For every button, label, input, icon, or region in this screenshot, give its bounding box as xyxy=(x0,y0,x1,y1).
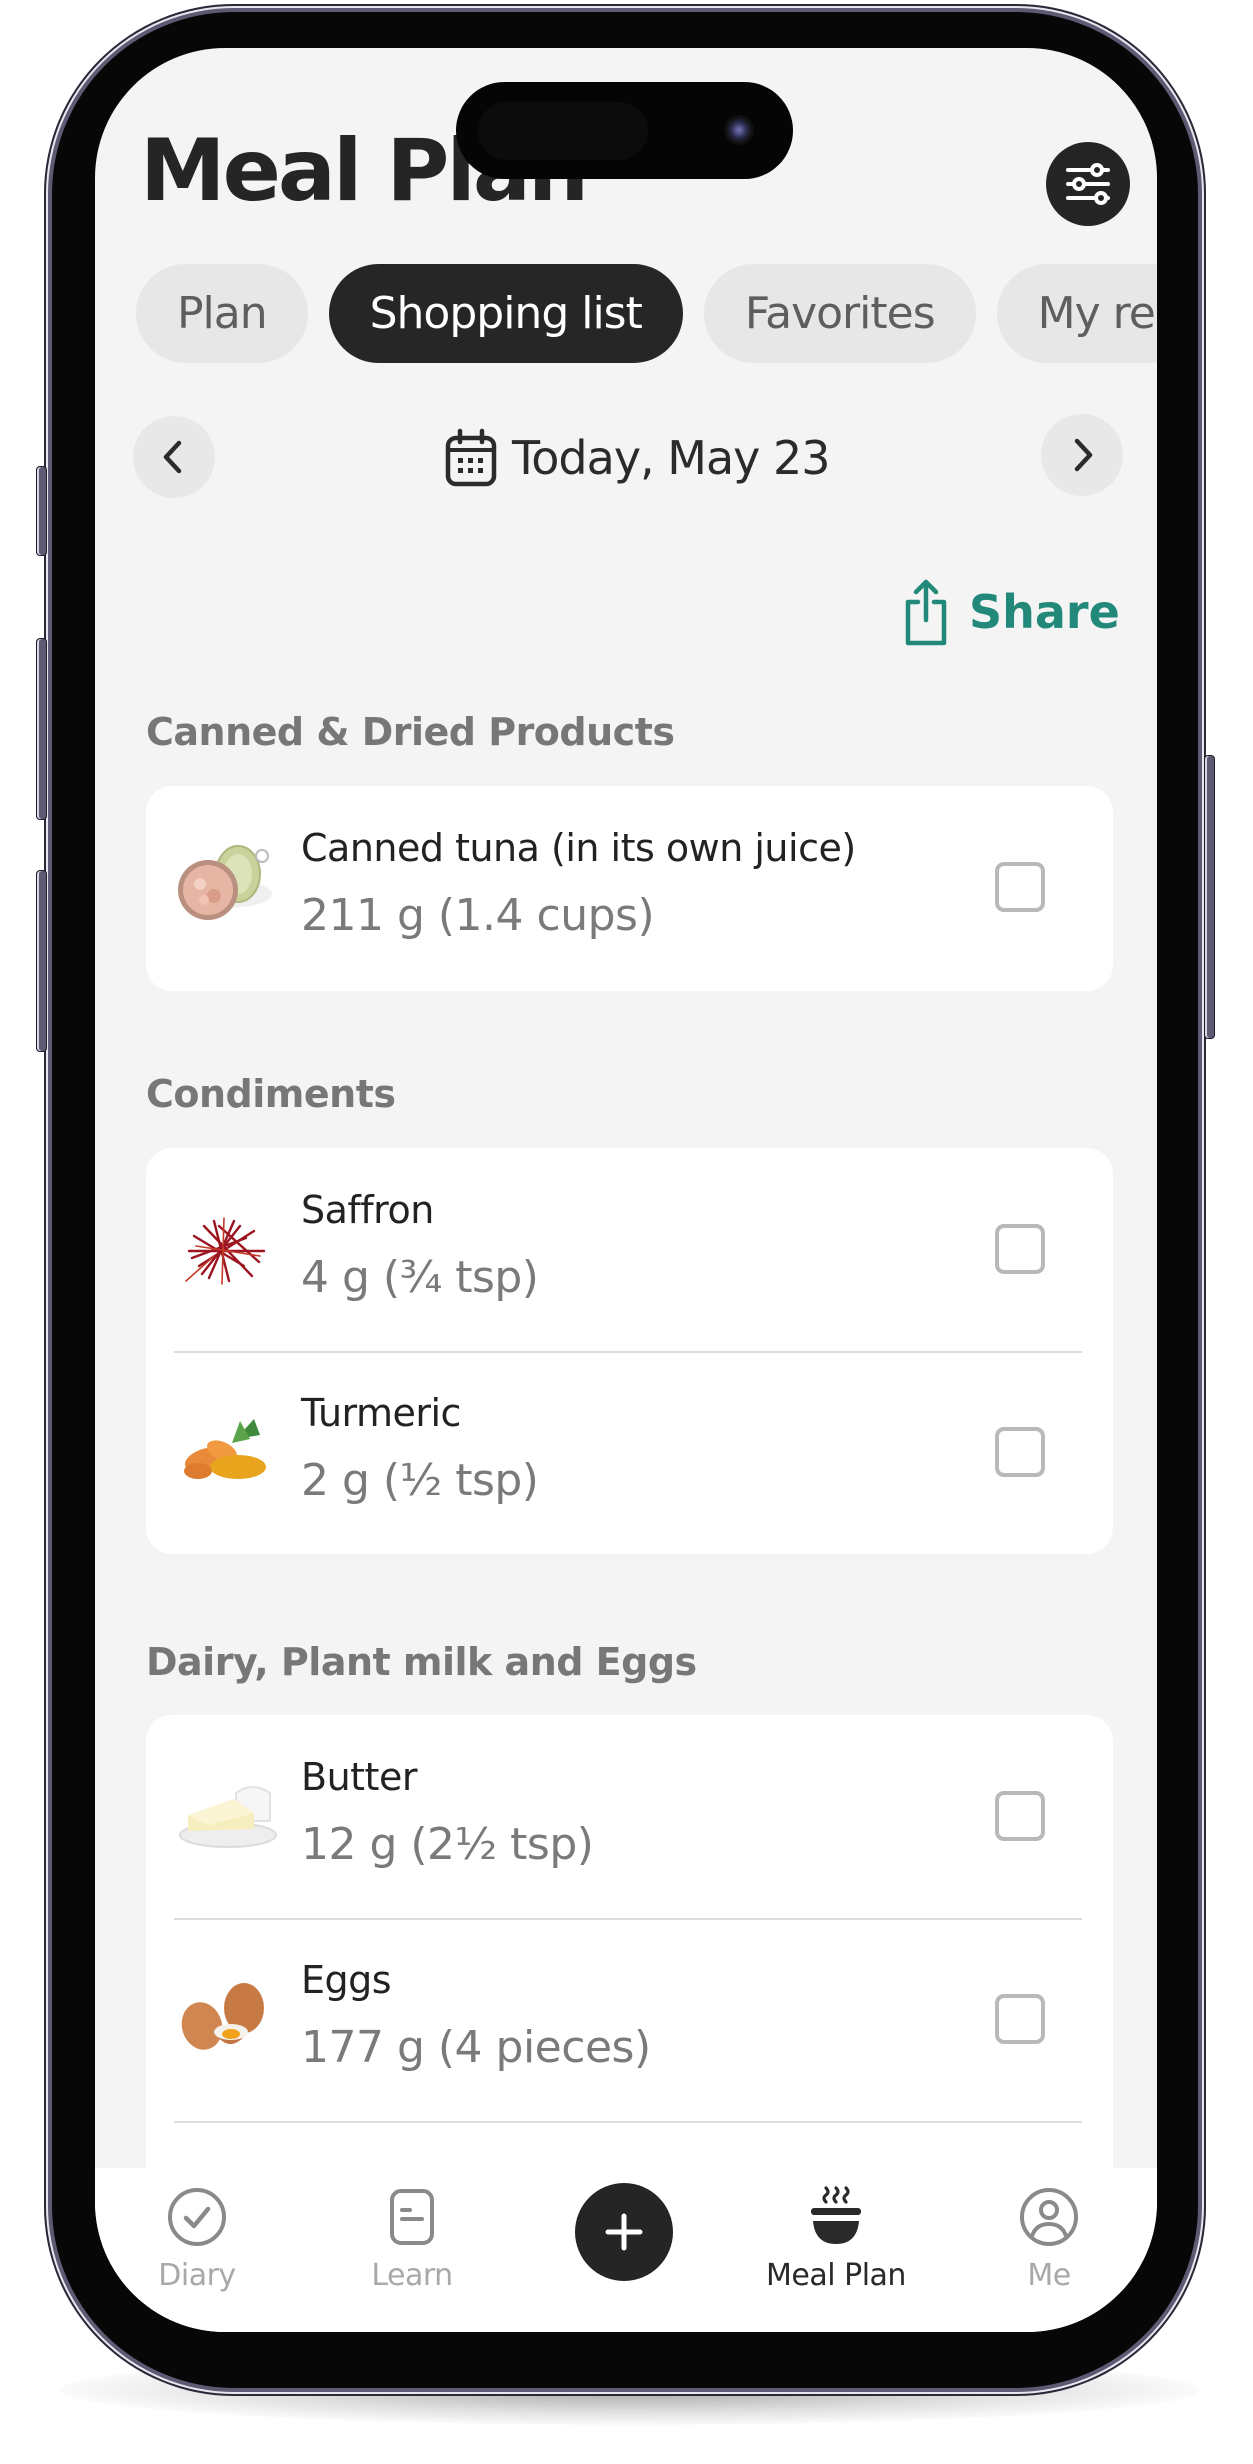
plus-icon xyxy=(605,2213,643,2251)
tab-shopping-list[interactable]: Shopping list xyxy=(328,264,683,363)
item-amount: 12 g (2½ tsp) xyxy=(301,1819,594,1870)
filter-button[interactable] xyxy=(1046,142,1130,226)
next-day-button[interactable] xyxy=(1041,414,1123,496)
nav-diary[interactable]: Diary xyxy=(97,2186,297,2293)
list-item[interactable]: Canned tuna (in its own juice) 211 g (1.… xyxy=(146,786,1113,989)
nav-me[interactable]: Me xyxy=(949,2186,1149,2293)
note-icon xyxy=(390,2189,434,2245)
add-button[interactable] xyxy=(575,2183,673,2281)
item-amount: 2 g (½ tsp) xyxy=(301,1455,539,1506)
app-screen: Meal Plan Plan Shopping list Favorites M… xyxy=(95,48,1157,2332)
chevron-right-icon xyxy=(1074,438,1093,472)
item-amount: 4 g (¾ tsp) xyxy=(301,1252,539,1303)
tab-my-recipes[interactable]: My recipes xyxy=(996,264,1157,363)
item-checkbox[interactable] xyxy=(995,862,1045,912)
list-item[interactable]: Butter 12 g (2½ tsp) xyxy=(146,1715,1113,1918)
turmeric-image xyxy=(174,1399,280,1505)
tab-plan[interactable]: Plan xyxy=(136,264,308,363)
saffron-image xyxy=(174,1196,280,1302)
list-item[interactable]: Saffron 4 g (¾ tsp) xyxy=(146,1148,1113,1351)
list-item[interactable]: Eggs 177 g (4 pieces) xyxy=(146,1918,1113,2121)
share-icon xyxy=(905,579,947,646)
canned-tuna-image xyxy=(174,834,280,940)
date-label: Today, May 23 xyxy=(512,431,831,485)
item-checkbox[interactable] xyxy=(995,1994,1045,2044)
date-selector[interactable]: Today, May 23 xyxy=(444,428,831,488)
previous-day-button[interactable] xyxy=(133,416,215,498)
share-button[interactable]: Share xyxy=(905,578,1120,646)
check-circle-icon xyxy=(168,2188,226,2246)
nav-meal-plan-label: Meal Plan xyxy=(766,2258,906,2293)
nav-meal-plan[interactable]: Meal Plan xyxy=(736,2186,936,2293)
volume-up-button xyxy=(36,638,47,820)
island-sensor xyxy=(478,102,648,160)
action-button xyxy=(36,466,47,556)
dynamic-island xyxy=(456,82,793,179)
calendar-icon xyxy=(445,428,497,487)
item-amount: 177 g (4 pieces) xyxy=(301,2022,651,2073)
item-name: Butter xyxy=(301,1755,417,1799)
tab-bar: Plan Shopping list Favorites My recipes xyxy=(136,264,1157,363)
nav-me-label: Me xyxy=(1027,2258,1071,2293)
share-label: Share xyxy=(969,585,1120,639)
section-label-canned: Canned & Dried Products xyxy=(146,710,675,754)
list-item[interactable]: Turmeric 2 g (½ tsp) xyxy=(146,1351,1113,1554)
sliders-icon xyxy=(1066,163,1110,205)
volume-down-button xyxy=(36,870,47,1052)
front-camera xyxy=(724,115,754,145)
item-amount: 211 g (1.4 cups) xyxy=(301,890,655,941)
chevron-left-icon xyxy=(163,440,182,474)
item-name: Saffron xyxy=(301,1188,434,1232)
nav-diary-label: Diary xyxy=(158,2258,236,2293)
item-name: Canned tuna (in its own juice) xyxy=(301,826,856,870)
item-name: Turmeric xyxy=(301,1391,461,1435)
item-checkbox[interactable] xyxy=(995,1427,1045,1477)
item-checkbox[interactable] xyxy=(995,1791,1045,1841)
section-card-condiments: Saffron 4 g (¾ tsp) Turmeric 2 g (½ tsp) xyxy=(146,1148,1113,1554)
user-circle-icon xyxy=(1020,2188,1078,2246)
steaming-bowl-icon xyxy=(811,2186,861,2244)
item-checkbox[interactable] xyxy=(995,1224,1045,1274)
butter-image xyxy=(174,1763,280,1869)
section-label-dairy: Dairy, Plant milk and Eggs xyxy=(146,1640,697,1684)
nav-learn-label: Learn xyxy=(371,2258,453,2293)
item-name: Eggs xyxy=(301,1958,392,2002)
eggs-image xyxy=(174,1966,280,2072)
section-card-canned: Canned tuna (in its own juice) 211 g (1.… xyxy=(146,786,1113,991)
section-label-condiments: Condiments xyxy=(146,1072,396,1116)
bottom-nav: Diary Learn Meal Plan Me xyxy=(95,2168,1157,2332)
tab-favorites[interactable]: Favorites xyxy=(703,264,976,363)
power-button xyxy=(1204,755,1215,1039)
nav-learn[interactable]: Learn xyxy=(312,2186,512,2293)
